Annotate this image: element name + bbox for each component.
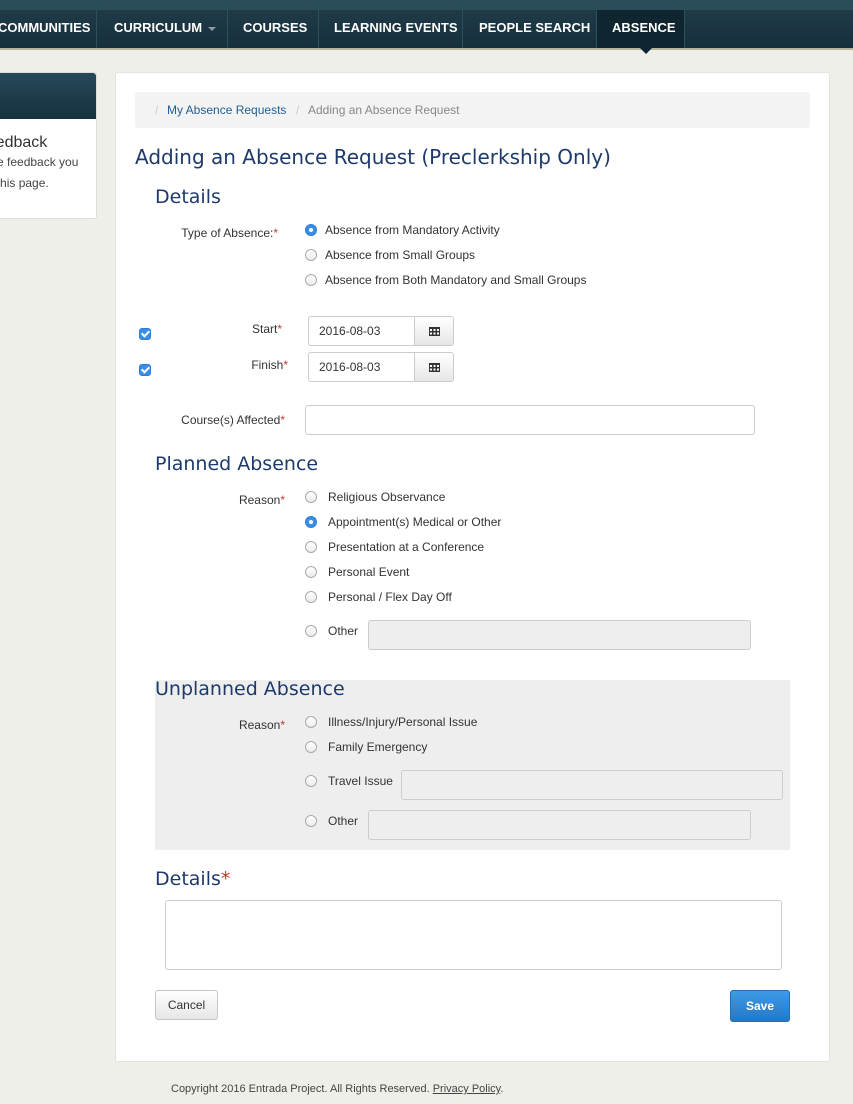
nav-item-courses[interactable]: COURSES — [228, 10, 319, 48]
save-button[interactable]: Save — [730, 990, 790, 1022]
breadcrumb: / My Absence Requests / Adding an Absenc… — [135, 92, 810, 128]
courses-affected-label: Course(s) Affected* — [181, 413, 285, 427]
type-option-small-groups-label: Absence from Small Groups — [325, 248, 476, 262]
start-date-picker-button[interactable] — [414, 316, 454, 346]
sidebar-header — [0, 73, 96, 119]
nav-item-absence-label: ABSENCE — [612, 20, 676, 35]
type-of-absence-label: Type of Absence:* — [181, 226, 278, 240]
unplanned-option-family[interactable]: Family Emergency — [305, 738, 605, 756]
planned-absence-heading: Planned Absence — [155, 453, 319, 475]
planned-option-religious-label: Religious Observance — [328, 490, 446, 504]
radio-both[interactable] — [305, 274, 317, 286]
radio-unplanned-other[interactable] — [305, 815, 317, 827]
nav-item-curriculum-label: CURRICULUM — [114, 20, 203, 35]
radio-family-emergency[interactable] — [305, 741, 317, 753]
radio-travel-issue[interactable] — [305, 775, 317, 787]
start-checkbox[interactable] — [139, 328, 151, 340]
planned-option-conference[interactable]: Presentation at a Conference — [305, 538, 605, 556]
details-textarea[interactable] — [165, 900, 782, 970]
sidebar-feedback-link[interactable]: Feedback — [0, 134, 47, 152]
start-date-input[interactable]: 2016-08-03 — [308, 316, 415, 346]
finish-label: Finish* — [251, 358, 288, 372]
finish-checkbox[interactable] — [139, 364, 151, 376]
top-navigation-bar: COMMUNITIES CURRICULUM COURSES LEARNING … — [0, 0, 853, 54]
start-label: Start* — [251, 322, 282, 336]
planned-option-other[interactable]: Other — [305, 622, 365, 640]
radio-mandatory-activity[interactable] — [305, 224, 317, 236]
nav-item-people-search[interactable]: PEOPLE SEARCH — [463, 10, 597, 48]
unplanned-option-family-label: Family Emergency — [328, 740, 428, 754]
radio-illness[interactable] — [305, 716, 317, 728]
unplanned-option-illness-label: Illness/Injury/Personal Issue — [328, 715, 478, 729]
chevron-down-icon — [208, 26, 217, 31]
cancel-button[interactable]: Cancel — [155, 990, 218, 1020]
radio-religious-observance[interactable] — [305, 491, 317, 503]
breadcrumb-current: Adding an Absence Request — [308, 103, 460, 117]
planned-option-flex-day[interactable]: Personal / Flex Day Off — [305, 588, 605, 606]
privacy-policy-link[interactable]: Privacy Policy — [433, 1083, 501, 1095]
type-option-small-groups[interactable]: Absence from Small Groups — [305, 246, 605, 264]
sidebar-text-line-2: on this page. — [0, 176, 49, 190]
courses-affected-input[interactable] — [305, 405, 755, 435]
unplanned-reason-label: Reason* — [238, 718, 285, 732]
calendar-icon — [429, 363, 440, 372]
planned-option-personal-event[interactable]: Personal Event — [305, 563, 605, 581]
planned-option-other-label: Other — [328, 624, 359, 638]
nav-item-learning-events[interactable]: LEARNING EVENTS — [319, 10, 463, 48]
active-nav-pointer — [640, 48, 652, 54]
planned-other-input[interactable] — [368, 620, 751, 650]
details-text-heading: Details* — [155, 868, 231, 890]
planned-option-conference-label: Presentation at a Conference — [328, 540, 485, 554]
nav-item-communities[interactable]: COMMUNITIES — [0, 10, 97, 48]
type-option-mandatory[interactable]: Absence from Mandatory Activity — [305, 221, 605, 239]
unplanned-other-input[interactable] — [368, 810, 751, 840]
unplanned-absence-heading: Unplanned Absence — [155, 678, 345, 700]
planned-option-personal-event-label: Personal Event — [328, 565, 410, 579]
radio-personal-event[interactable] — [305, 566, 317, 578]
nav-item-people-search-label: PEOPLE SEARCH — [479, 20, 591, 35]
planned-option-flex-day-label: Personal / Flex Day Off — [328, 590, 452, 604]
page-title: Adding an Absence Request (Preclerkship … — [135, 145, 611, 169]
footer: Copyright 2016 Entrada Project. All Righ… — [171, 1083, 504, 1095]
type-option-mandatory-label: Absence from Mandatory Activity — [325, 223, 500, 237]
planned-reason-label: Reason* — [238, 493, 285, 507]
unplanned-option-travel-label: Travel Issue — [328, 774, 393, 788]
finish-date-input[interactable]: 2016-08-03 — [308, 352, 415, 382]
radio-planned-other[interactable] — [305, 625, 317, 637]
breadcrumb-separator: / — [296, 103, 300, 117]
sidebar-text-line-1: Give feedback you — [0, 155, 79, 169]
unplanned-option-travel[interactable]: Travel Issue — [305, 772, 400, 790]
travel-issue-input[interactable] — [401, 770, 783, 800]
nav-item-curriculum[interactable]: CURRICULUM — [98, 10, 228, 48]
radio-flex-day[interactable] — [305, 591, 317, 603]
unplanned-option-other-label: Other — [328, 814, 359, 828]
type-option-both-label: Absence from Both Mandatory and Small Gr… — [325, 273, 587, 287]
nav-item-courses-label: COURSES — [243, 20, 308, 35]
type-option-both[interactable]: Absence from Both Mandatory and Small Gr… — [305, 271, 625, 289]
details-section-heading: Details — [155, 186, 221, 208]
radio-appointment[interactable] — [305, 516, 317, 528]
nav-item-absence[interactable]: ABSENCE — [597, 10, 685, 48]
planned-option-appointment[interactable]: Appointment(s) Medical or Other — [305, 513, 605, 531]
unplanned-option-illness[interactable]: Illness/Injury/Personal Issue — [305, 713, 605, 731]
calendar-icon — [429, 327, 440, 336]
radio-conference[interactable] — [305, 541, 317, 553]
unplanned-option-other[interactable]: Other — [305, 812, 365, 830]
copyright-text: Copyright 2016 Entrada Project. All Righ… — [171, 1083, 430, 1095]
finish-date-picker-button[interactable] — [414, 352, 454, 382]
nav-item-learning-events-label: LEARNING EVENTS — [334, 20, 458, 35]
planned-option-appointment-label: Appointment(s) Medical or Other — [328, 515, 502, 529]
breadcrumb-separator: / — [155, 103, 159, 117]
radio-small-groups[interactable] — [305, 249, 317, 261]
breadcrumb-my-absence-requests-link[interactable]: My Absence Requests — [167, 92, 286, 128]
nav-item-communities-label: COMMUNITIES — [0, 20, 91, 35]
planned-option-religious[interactable]: Religious Observance — [305, 488, 605, 506]
